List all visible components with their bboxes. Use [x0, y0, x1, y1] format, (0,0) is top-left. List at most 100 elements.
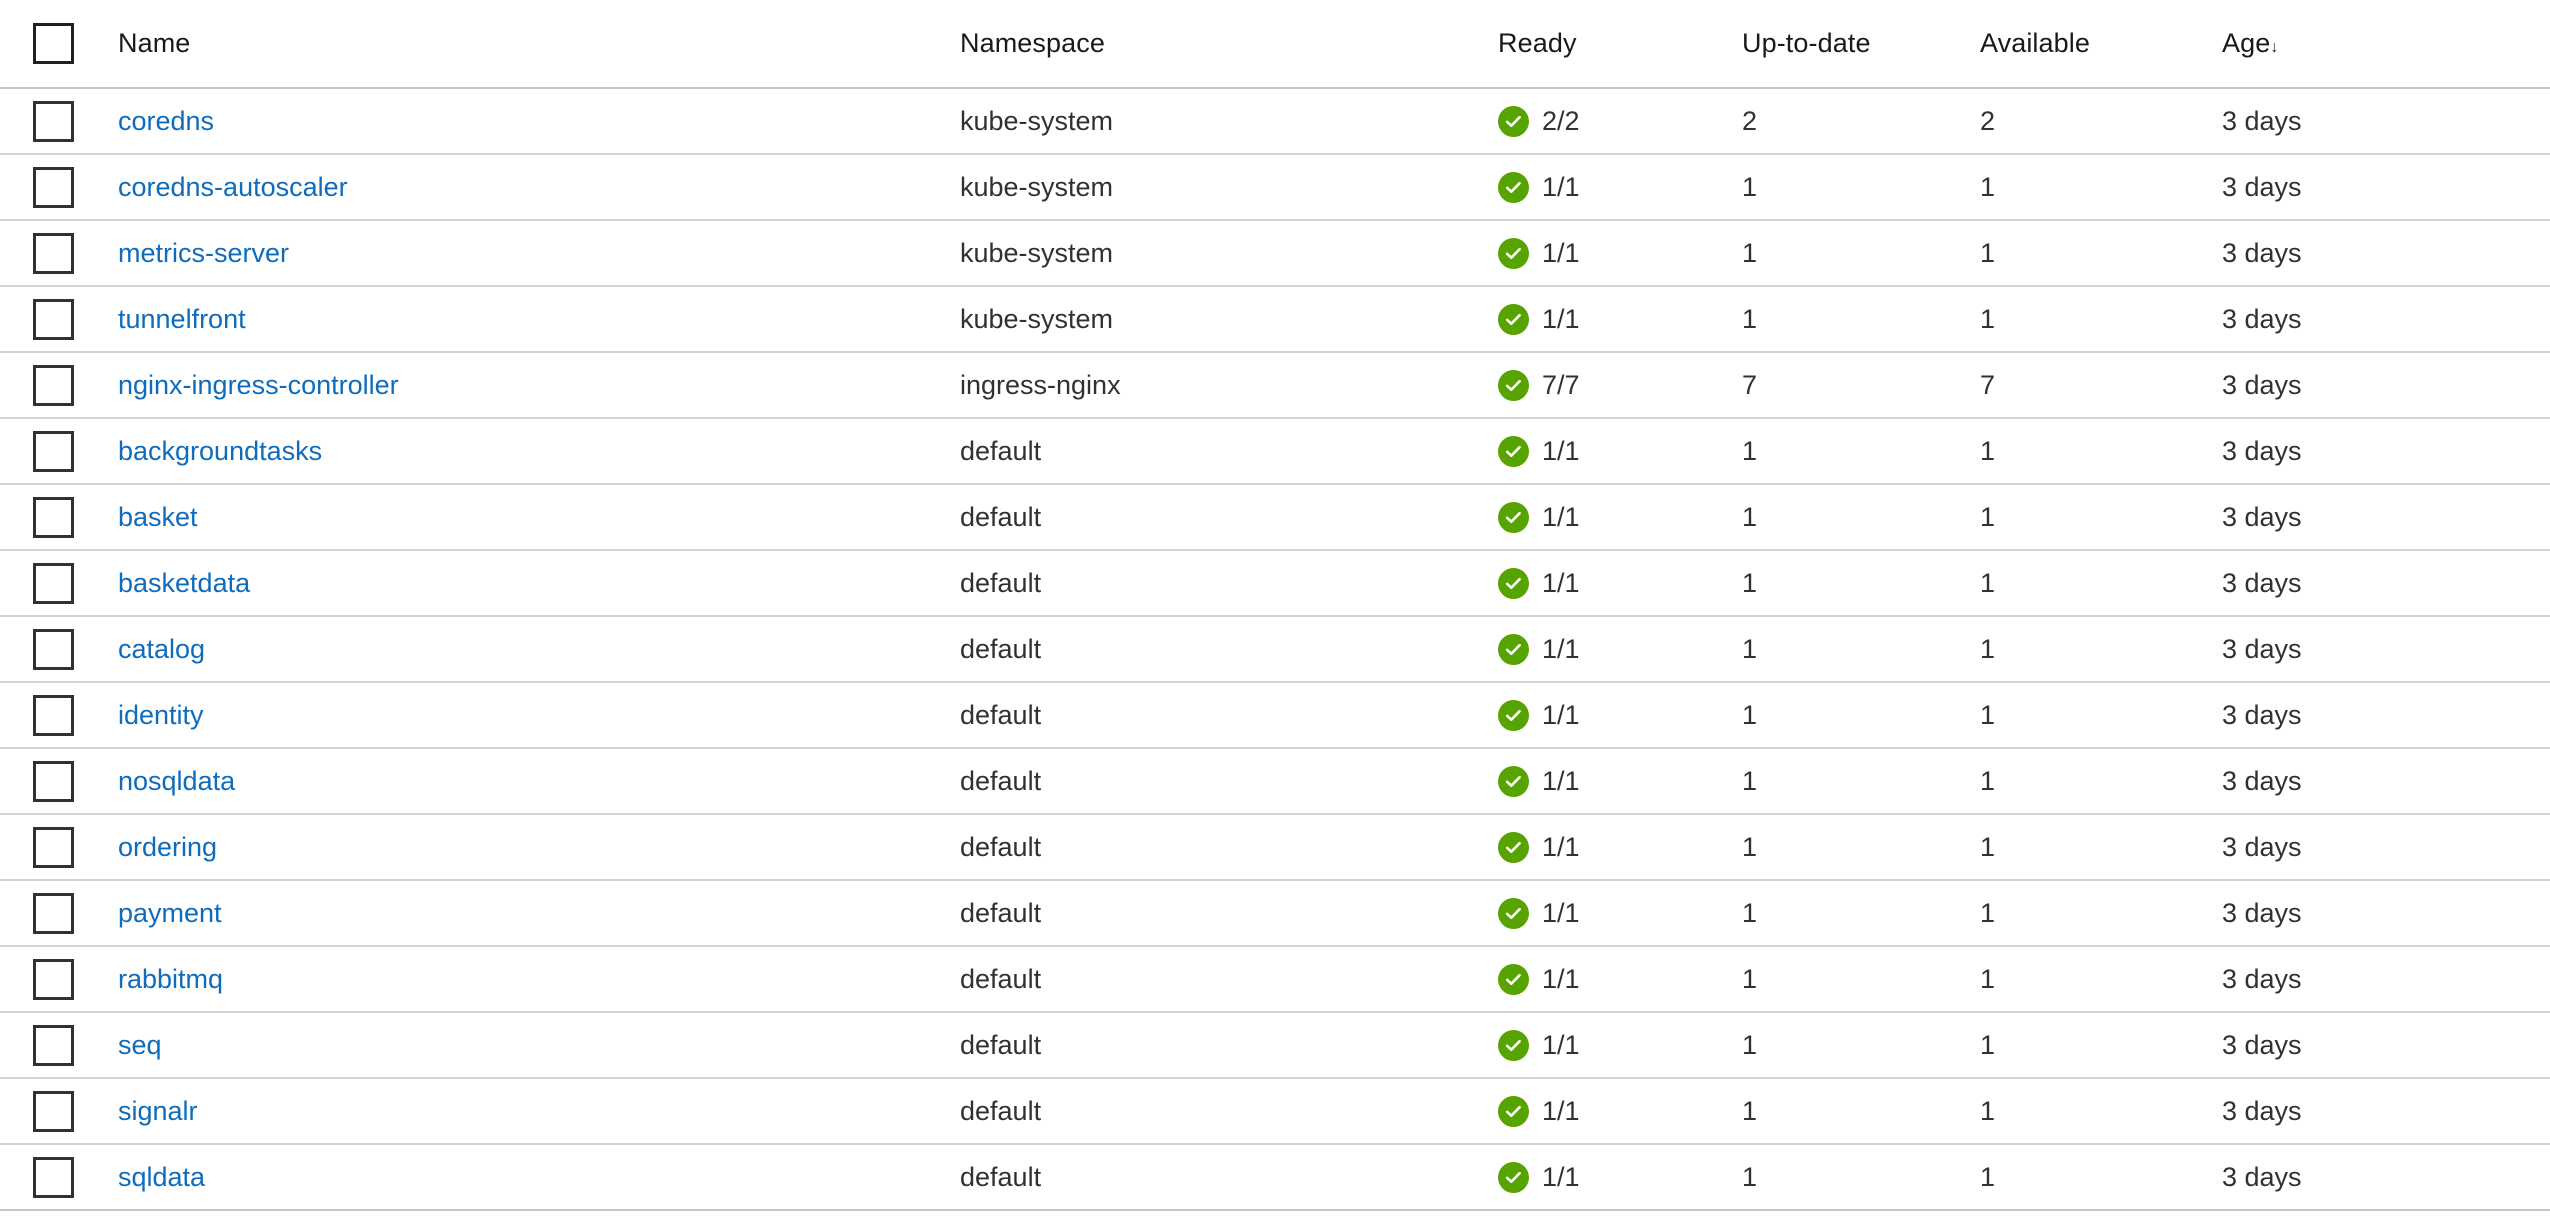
row-select-checkbox[interactable]: [33, 430, 74, 472]
cell-namespace: kube-system: [960, 106, 1498, 137]
column-header-available[interactable]: Available: [1980, 28, 2222, 59]
cell-namespace: default: [960, 964, 1498, 995]
ready-text: 1/1: [1542, 963, 1580, 994]
available-text: 1: [1980, 897, 1996, 928]
deployment-link[interactable]: rabbitmq: [118, 964, 223, 994]
row-select-checkbox[interactable]: [33, 826, 74, 868]
table-body: coredns kube-system 2/2 2 2 3 days coredns-aut…: [0, 89, 2550, 1211]
column-header-ready-label: Ready: [1498, 28, 1577, 58]
row-select-checkbox[interactable]: [33, 892, 74, 934]
row-select-checkbox[interactable]: [33, 232, 74, 274]
row-select-cell: [0, 1090, 118, 1132]
table-row[interactable]: ordering default 1/1 1 1 3 days: [0, 815, 2550, 881]
column-header-uptodate[interactable]: Up-to-date: [1742, 28, 1980, 59]
table-row[interactable]: nosqldata default 1/1 1 1 3 days: [0, 749, 2550, 815]
cell-uptodate: 1: [1742, 502, 1980, 533]
select-all-checkbox[interactable]: [33, 23, 74, 64]
cell-available: 1: [1980, 502, 2222, 533]
deployment-link[interactable]: metrics-server: [118, 238, 289, 268]
cell-ready: 1/1: [1498, 897, 1742, 929]
table-row[interactable]: sqldata default 1/1 1 1 3 days: [0, 1145, 2550, 1211]
table-row[interactable]: backgroundtasks default 1/1 1 1 3 days: [0, 419, 2550, 485]
row-select-cell: [0, 628, 118, 670]
deployment-link[interactable]: coredns: [118, 106, 214, 136]
table-row[interactable]: tunnelfront kube-system 1/1 1 1 3 days: [0, 287, 2550, 353]
row-select-checkbox[interactable]: [33, 694, 74, 736]
table-row[interactable]: coredns-autoscaler kube-system 1/1 1 1 3 days: [0, 155, 2550, 221]
table-row[interactable]: rabbitmq default 1/1 1 1 3 days: [0, 947, 2550, 1013]
uptodate-text: 1: [1742, 567, 1758, 598]
table-row[interactable]: seq default 1/1 1 1 3 days: [0, 1013, 2550, 1079]
namespace-text: default: [960, 765, 1042, 796]
table-row[interactable]: signalr default 1/1 1 1 3 days: [0, 1079, 2550, 1145]
deployment-link[interactable]: basketdata: [118, 568, 250, 598]
available-text: 1: [1980, 831, 1996, 862]
deployment-link[interactable]: sqldata: [118, 1162, 205, 1192]
cell-namespace: default: [960, 634, 1498, 665]
uptodate-text: 1: [1742, 1029, 1758, 1060]
row-select-checkbox[interactable]: [33, 1024, 74, 1066]
row-select-checkbox[interactable]: [33, 496, 74, 538]
age-text: 3 days: [2222, 1029, 2302, 1060]
deployment-link[interactable]: identity: [118, 700, 204, 730]
column-header-name[interactable]: Name: [118, 28, 960, 59]
ready-text: 1/1: [1542, 501, 1580, 532]
row-select-checkbox[interactable]: [33, 562, 74, 604]
deployment-link[interactable]: backgroundtasks: [118, 436, 322, 466]
table-row[interactable]: payment default 1/1 1 1 3 days: [0, 881, 2550, 947]
deployment-link[interactable]: coredns-autoscaler: [118, 172, 348, 202]
deployment-link[interactable]: payment: [118, 898, 222, 928]
table-row[interactable]: metrics-server kube-system 1/1 1 1 3 days: [0, 221, 2550, 287]
cell-ready: 2/2: [1498, 105, 1742, 137]
table-row[interactable]: nginx-ingress-controller ingress-nginx 7/7…: [0, 353, 2550, 419]
row-select-checkbox[interactable]: [33, 298, 74, 340]
cell-name: nginx-ingress-controller: [118, 370, 960, 401]
cell-name: payment: [118, 898, 960, 929]
cell-name: coredns-autoscaler: [118, 172, 960, 203]
table-row[interactable]: identity default 1/1 1 1 3 days: [0, 683, 2550, 749]
table-row[interactable]: coredns kube-system 2/2 2 2 3 days: [0, 89, 2550, 155]
cell-age: 3 days: [2222, 370, 2550, 401]
row-select-checkbox[interactable]: [33, 958, 74, 1000]
uptodate-text: 1: [1742, 765, 1758, 796]
row-select-checkbox[interactable]: [33, 166, 74, 208]
deployment-link[interactable]: nginx-ingress-controller: [118, 370, 399, 400]
deployment-link[interactable]: basket: [118, 502, 198, 532]
uptodate-text: 1: [1742, 435, 1758, 466]
table-row[interactable]: basket default 1/1 1 1 3 days: [0, 485, 2550, 551]
deployment-link[interactable]: seq: [118, 1030, 162, 1060]
uptodate-text: 1: [1742, 237, 1758, 268]
row-select-cell: [0, 166, 118, 208]
sort-descending-icon[interactable]: ↓: [2270, 39, 2278, 56]
success-check-icon: [1498, 1095, 1529, 1127]
namespace-text: default: [960, 1161, 1042, 1192]
ready-text: 7/7: [1542, 369, 1580, 400]
available-text: 1: [1980, 303, 1996, 334]
row-select-checkbox[interactable]: [33, 1090, 74, 1132]
column-header-ready[interactable]: Ready: [1498, 28, 1742, 59]
table-row[interactable]: catalog default 1/1 1 1 3 days: [0, 617, 2550, 683]
cell-uptodate: 1: [1742, 634, 1980, 665]
row-select-checkbox[interactable]: [33, 100, 74, 142]
deployment-link[interactable]: tunnelfront: [118, 304, 246, 334]
deployment-link[interactable]: catalog: [118, 634, 205, 664]
success-check-icon: [1498, 567, 1529, 599]
cell-name: rabbitmq: [118, 964, 960, 995]
deployment-link[interactable]: ordering: [118, 832, 217, 862]
age-text: 3 days: [2222, 765, 2302, 796]
row-select-checkbox[interactable]: [33, 364, 74, 406]
deployment-link[interactable]: signalr: [118, 1096, 198, 1126]
cell-uptodate: 2: [1742, 106, 1980, 137]
table-row[interactable]: basketdata default 1/1 1 1 3 days: [0, 551, 2550, 617]
cell-uptodate: 1: [1742, 304, 1980, 335]
deployment-link[interactable]: nosqldata: [118, 766, 235, 796]
cell-ready: 1/1: [1498, 237, 1742, 269]
row-select-checkbox[interactable]: [33, 1156, 74, 1198]
ready-text: 1/1: [1542, 897, 1580, 928]
row-select-checkbox[interactable]: [33, 628, 74, 670]
column-header-namespace[interactable]: Namespace: [960, 28, 1498, 59]
column-header-age[interactable]: Age↓: [2222, 28, 2550, 59]
success-check-icon: [1498, 1161, 1529, 1193]
available-text: 1: [1980, 1029, 1996, 1060]
row-select-checkbox[interactable]: [33, 760, 74, 802]
